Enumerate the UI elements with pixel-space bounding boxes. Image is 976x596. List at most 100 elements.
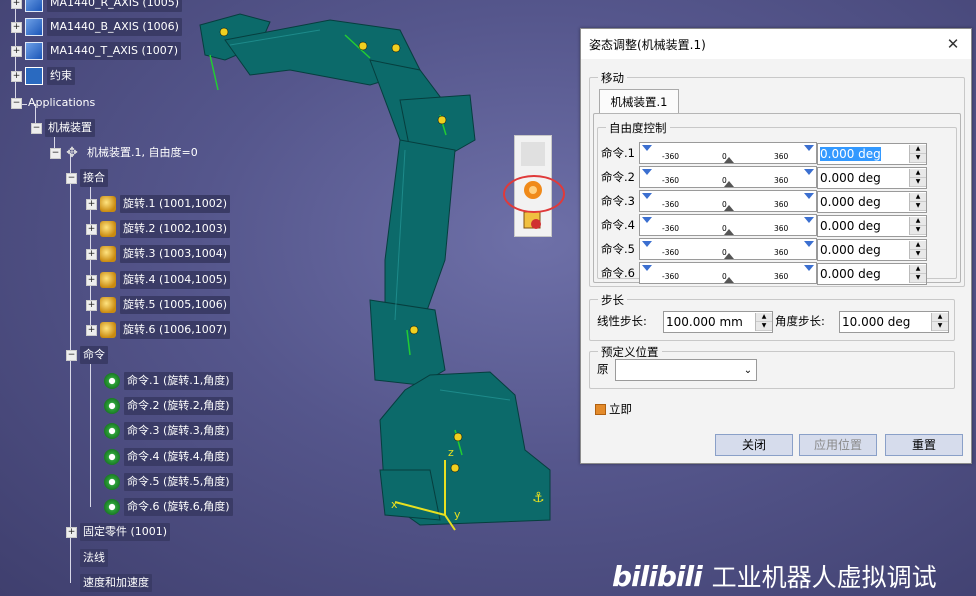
expand-icon[interactable]: +: [86, 274, 97, 286]
tree-item-r-axis[interactable]: + MA1440_R_AXIS (1005): [11, 0, 183, 12]
close-icon[interactable]: ✕: [943, 34, 963, 54]
slider-thumb[interactable]: [724, 253, 734, 259]
slider-min-arrow-icon[interactable]: [642, 217, 652, 223]
spin-down-icon[interactable]: ▼: [910, 202, 926, 211]
slider-max-arrow-icon[interactable]: [804, 241, 814, 247]
tree-item-b-axis[interactable]: + MA1440_B_AXIS (1006): [11, 18, 182, 36]
reset-button[interactable]: 重置: [885, 434, 963, 456]
collapse-icon[interactable]: −: [31, 122, 42, 134]
slider-thumb[interactable]: [724, 181, 734, 187]
slider-min-arrow-icon[interactable]: [642, 265, 652, 271]
tree-item-commands[interactable]: − 命令: [66, 346, 108, 364]
linear-step-value[interactable]: 100.000 mm: [664, 315, 755, 329]
spin-down-icon[interactable]: ▼: [932, 322, 948, 331]
spin-down-icon[interactable]: ▼: [910, 250, 926, 259]
command-slider[interactable]: -360 0 360: [639, 238, 817, 260]
slider-min-arrow-icon[interactable]: [642, 169, 652, 175]
spin-up-icon[interactable]: ▲: [910, 217, 926, 226]
collapse-icon[interactable]: −: [11, 97, 22, 109]
spin-up-icon[interactable]: ▲: [910, 193, 926, 202]
tree-item-t-axis[interactable]: + MA1440_T_AXIS (1007): [11, 42, 182, 60]
linear-step-field[interactable]: 100.000 mm ▲ ▼: [663, 311, 773, 333]
toolbar-handle-icon[interactable]: [521, 142, 545, 166]
command-slider[interactable]: -360 0 360: [639, 190, 817, 212]
slider-thumb[interactable]: [724, 157, 734, 163]
command-slider[interactable]: -360 0 360: [639, 142, 817, 164]
expand-icon[interactable]: +: [11, 0, 22, 9]
expand-icon[interactable]: +: [86, 299, 97, 311]
expand-icon[interactable]: +: [66, 526, 77, 538]
spin-buttons[interactable]: ▲ ▼: [931, 313, 948, 331]
spin-up-icon[interactable]: ▲: [932, 313, 948, 322]
tree-item-fixed-part[interactable]: + 固定零件 (1001): [66, 523, 171, 541]
slider-min-arrow-icon[interactable]: [642, 193, 652, 199]
expand-icon[interactable]: +: [11, 21, 22, 33]
command-value[interactable]: 0.000 deg: [818, 171, 909, 185]
spin-down-icon[interactable]: ▼: [910, 154, 926, 163]
command-slider[interactable]: -360 0 360: [639, 166, 817, 188]
command-value-field[interactable]: 0.000 deg ▲ ▼: [817, 167, 927, 189]
spin-buttons[interactable]: ▲ ▼: [755, 313, 772, 331]
spin-down-icon[interactable]: ▼: [756, 322, 772, 331]
command-slider[interactable]: -360 0 360: [639, 262, 817, 284]
slider-max-arrow-icon[interactable]: [804, 193, 814, 199]
tree-item-laws[interactable]: 法线: [80, 549, 108, 567]
expand-icon[interactable]: +: [86, 324, 97, 336]
command-value[interactable]: 0.000 deg: [820, 147, 881, 161]
spin-buttons[interactable]: ▲ ▼: [909, 265, 926, 283]
slider-thumb[interactable]: [724, 205, 734, 211]
tab-mechanism-1[interactable]: 机械装置.1: [599, 89, 679, 114]
collapse-icon[interactable]: −: [50, 147, 61, 159]
spin-buttons[interactable]: ▲ ▼: [909, 241, 926, 259]
spin-buttons[interactable]: ▲ ▼: [909, 145, 926, 163]
angle-step-field[interactable]: 10.000 deg ▲ ▼: [839, 311, 949, 333]
tree-item-speed-acceleration[interactable]: 速度和加速度: [80, 574, 152, 592]
slider-min-arrow-icon[interactable]: [642, 241, 652, 247]
spin-buttons[interactable]: ▲ ▼: [909, 169, 926, 187]
chevron-down-icon[interactable]: ⌄: [740, 365, 756, 376]
spin-down-icon[interactable]: ▼: [910, 226, 926, 235]
spin-up-icon[interactable]: ▲: [756, 313, 772, 322]
spin-buttons[interactable]: ▲ ▼: [909, 217, 926, 235]
collapse-icon[interactable]: −: [66, 349, 77, 361]
apply-position-button[interactable]: 应用位置: [799, 434, 877, 456]
command-value[interactable]: 0.000 deg: [818, 195, 909, 209]
angle-step-value[interactable]: 10.000 deg: [840, 315, 931, 329]
slider-thumb[interactable]: [724, 229, 734, 235]
command-value[interactable]: 0.000 deg: [818, 243, 909, 257]
immediate-checkbox[interactable]: [595, 404, 606, 415]
command-value-field[interactable]: 0.000 deg ▲ ▼: [817, 191, 927, 213]
command-value-field[interactable]: 0.000 deg ▲ ▼: [817, 215, 927, 237]
collapse-icon[interactable]: −: [66, 172, 77, 184]
command-value[interactable]: 0.000 deg: [818, 219, 909, 233]
spin-buttons[interactable]: ▲ ▼: [909, 193, 926, 211]
close-button[interactable]: 关闭: [715, 434, 793, 456]
spin-down-icon[interactable]: ▼: [910, 178, 926, 187]
command-value-field[interactable]: 0.000 deg ▲ ▼: [817, 143, 927, 165]
expand-icon[interactable]: +: [11, 70, 22, 82]
spin-down-icon[interactable]: ▼: [910, 274, 926, 283]
expand-icon[interactable]: +: [86, 198, 97, 210]
robot-3d-model[interactable]: x z y ⚓: [170, 0, 590, 540]
expand-icon[interactable]: +: [11, 45, 22, 57]
tree-item-constraints[interactable]: + 约束: [11, 67, 75, 85]
command-value-field[interactable]: 0.000 deg ▲ ▼: [817, 263, 927, 285]
preset-position-select[interactable]: ⌄: [615, 359, 757, 381]
slider-thumb[interactable]: [724, 277, 734, 283]
spin-up-icon[interactable]: ▲: [910, 241, 926, 250]
tree-item-applications[interactable]: − Applications: [11, 94, 98, 112]
slider-max-arrow-icon[interactable]: [804, 265, 814, 271]
expand-icon[interactable]: +: [86, 248, 97, 260]
slider-max-arrow-icon[interactable]: [804, 145, 814, 151]
tree-item-joints[interactable]: − 接合: [66, 169, 108, 187]
tree-item-mechanisms[interactable]: − 机械装置: [31, 119, 95, 137]
slider-max-arrow-icon[interactable]: [804, 217, 814, 223]
command-value[interactable]: 0.000 deg: [818, 267, 909, 281]
expand-icon[interactable]: +: [86, 223, 97, 235]
slider-max-arrow-icon[interactable]: [804, 169, 814, 175]
dialog-titlebar[interactable]: 姿态调整(机械装置.1) ✕: [581, 29, 971, 59]
slider-min-arrow-icon[interactable]: [642, 145, 652, 151]
command-value-field[interactable]: 0.000 deg ▲ ▼: [817, 239, 927, 261]
command-slider[interactable]: -360 0 360: [639, 214, 817, 236]
spin-up-icon[interactable]: ▲: [910, 169, 926, 178]
